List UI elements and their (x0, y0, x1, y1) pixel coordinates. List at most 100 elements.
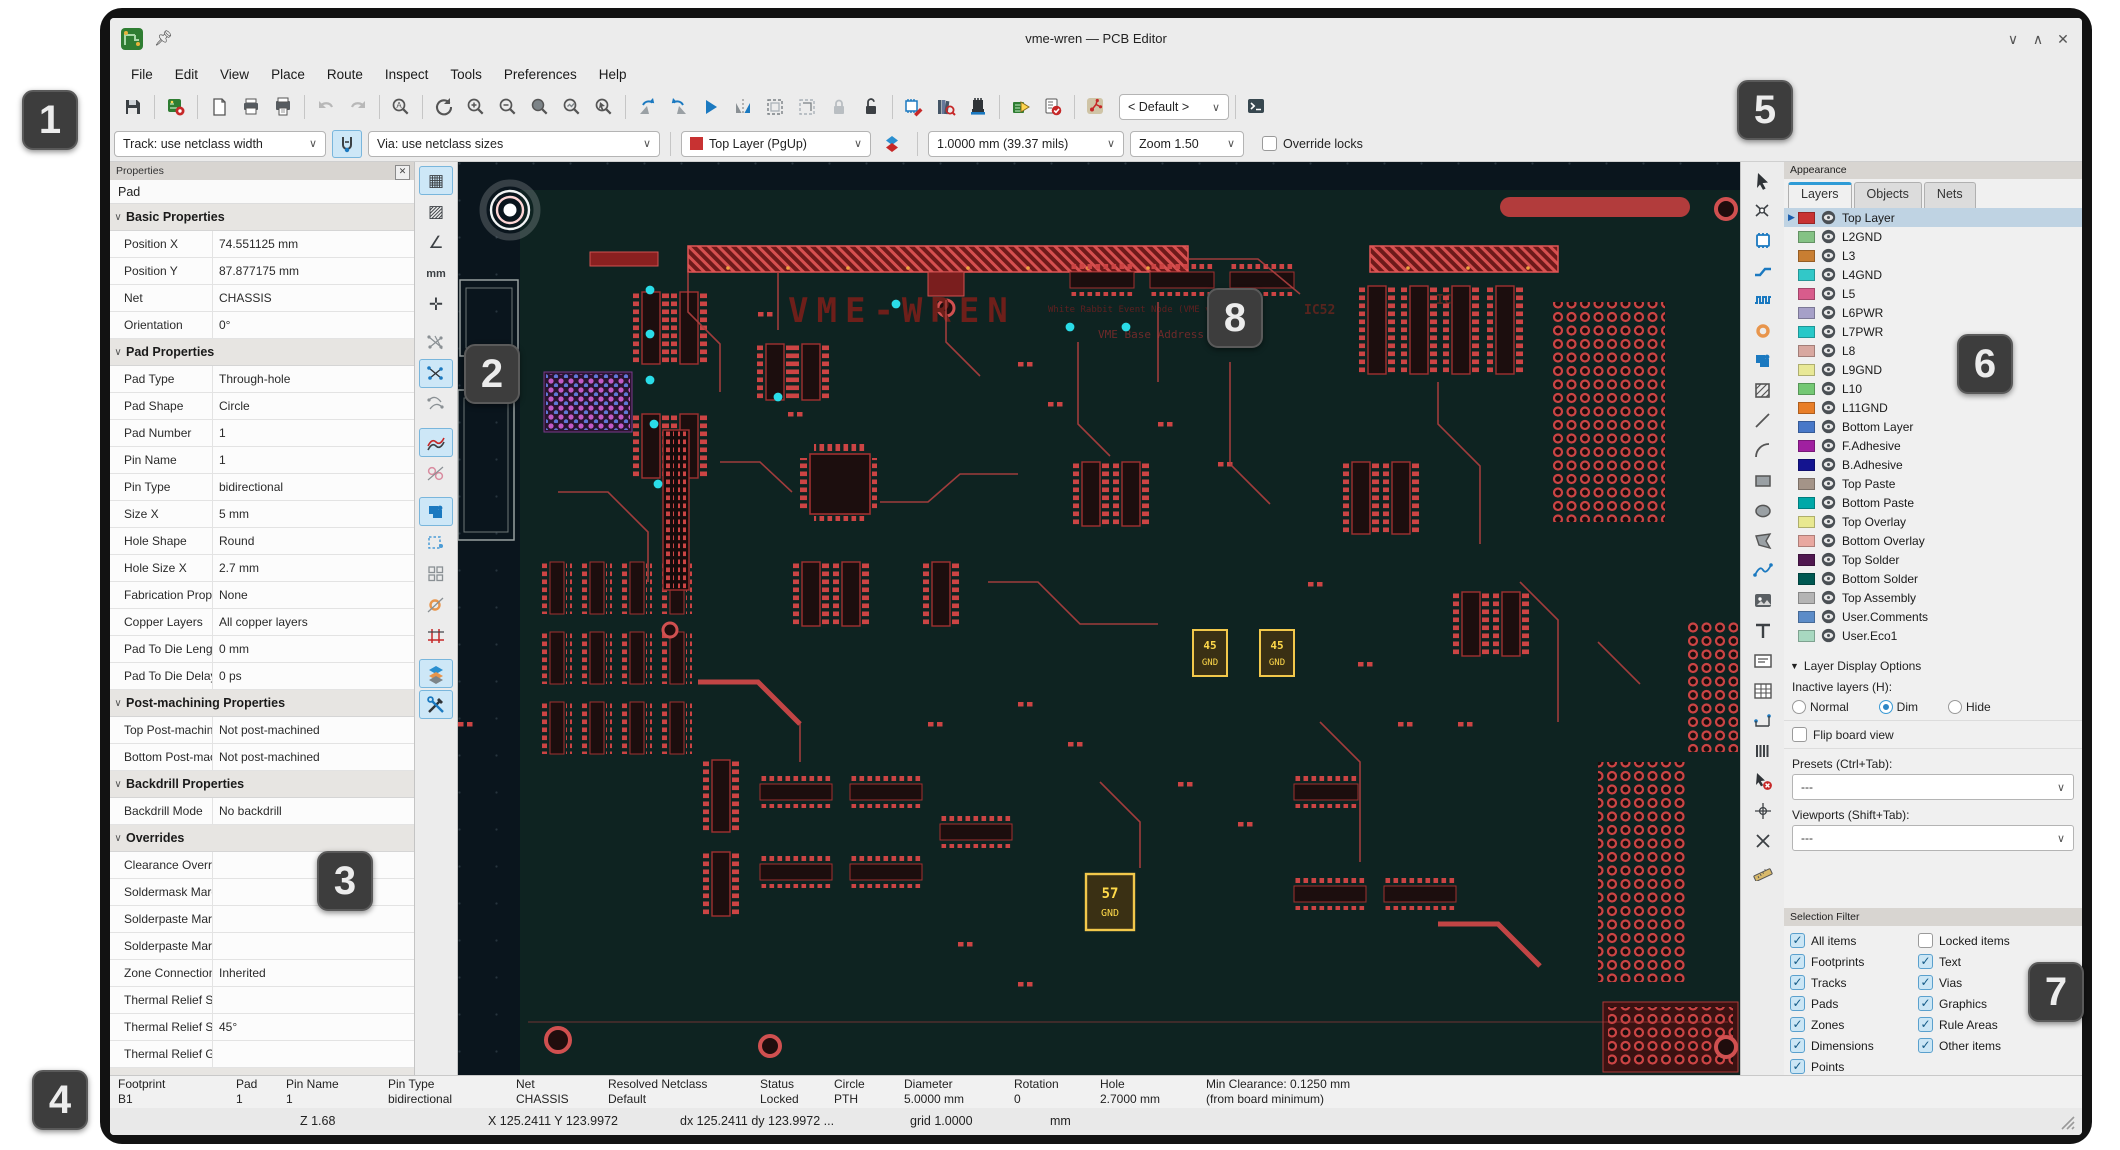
property-value[interactable]: Circle (212, 393, 414, 419)
alignment-target-tool[interactable] (1746, 736, 1780, 765)
grid-show-toggle[interactable]: ▦ (419, 166, 453, 195)
properties-section-header[interactable]: ∨Backdrill Properties (110, 771, 414, 798)
menu-item-route[interactable]: Route (318, 64, 372, 85)
scripting-console-button[interactable] (1242, 93, 1272, 121)
checkbox[interactable]: ✓ (1790, 975, 1805, 990)
tune-length-tool[interactable] (1746, 286, 1780, 315)
layer-color-swatch[interactable] (1798, 402, 1815, 414)
polar-coordinates-toggle[interactable]: ∠ (419, 228, 453, 257)
zoom-objects-button[interactable] (557, 93, 587, 121)
layer-row-l11gnd[interactable]: L11GND (1784, 398, 2082, 417)
visibility-eye-icon[interactable] (1821, 381, 1836, 396)
checkbox[interactable]: ✓ (1918, 1017, 1933, 1032)
layer-color-swatch[interactable] (1798, 307, 1815, 319)
track-width-select[interactable]: Track: use netclass width∨ (114, 131, 326, 157)
property-value[interactable]: 45° (212, 1014, 414, 1040)
property-value[interactable]: 1 (212, 420, 414, 446)
inactive-layer-dim-toggle[interactable] (419, 621, 453, 650)
property-value[interactable] (212, 852, 414, 878)
presets-select[interactable]: --- ∨ (1792, 774, 2074, 800)
menu-item-inspect[interactable]: Inspect (376, 64, 438, 85)
pcb-board-view[interactable]: VME-WREN White Rabbit Event Node (VME ve… (458, 162, 1740, 1075)
plot-button[interactable] (268, 93, 298, 121)
layer-row-top-layer[interactable]: ▶Top Layer (1784, 208, 2082, 227)
layer-row-top-solder[interactable]: Top Solder (1784, 550, 2082, 569)
track-width-menu-button[interactable] (332, 130, 362, 158)
layer-color-swatch[interactable] (1798, 231, 1815, 243)
ratsnest-visible-toggle[interactable] (419, 359, 453, 388)
layer-row-l10[interactable]: L10 (1784, 379, 2082, 398)
menu-item-preferences[interactable]: Preferences (495, 64, 586, 85)
filter-other-items[interactable]: ✓Other items (1918, 1035, 2068, 1056)
active-layer-select[interactable]: Top Layer (PgUp)∨ (681, 131, 871, 157)
dimension-tool[interactable] (1746, 706, 1780, 735)
update-pcb-button[interactable] (1006, 93, 1036, 121)
property-value[interactable]: 74.551125 mm (212, 231, 414, 257)
property-value[interactable]: Through-hole (212, 366, 414, 392)
visibility-eye-icon[interactable] (1821, 305, 1836, 320)
footprint-properties-button[interactable] (963, 93, 993, 121)
layers-manager-toggle[interactable] (419, 659, 453, 688)
layer-row-l7pwr[interactable]: L7PWR (1784, 322, 2082, 341)
property-value[interactable]: None (212, 582, 414, 608)
visibility-eye-icon[interactable] (1821, 286, 1836, 301)
via-size-select[interactable]: Via: use netclass sizes∨ (368, 131, 660, 157)
filter-footprints[interactable]: ✓Footprints (1790, 951, 1908, 972)
cursor-shape-toggle[interactable]: ✛ (419, 290, 453, 319)
override-locks-checkbox[interactable] (1262, 136, 1277, 151)
select-tool[interactable] (1746, 166, 1780, 195)
visibility-eye-icon[interactable] (1821, 609, 1836, 624)
visibility-eye-icon[interactable] (1821, 400, 1836, 415)
delete-tool[interactable] (1746, 766, 1780, 795)
layer-row-top-overlay[interactable]: Top Overlay (1784, 512, 2082, 531)
properties-section-header[interactable]: ∨Basic Properties (110, 204, 414, 231)
window-close-icon[interactable]: ✕ (2050, 18, 2076, 60)
layer-row-top-paste[interactable]: Top Paste (1784, 474, 2082, 493)
layer-row-bottom-paste[interactable]: Bottom Paste (1784, 493, 2082, 512)
highlight-net-tool[interactable] (1746, 196, 1780, 225)
layer-row-bottom-solder[interactable]: Bottom Solder (1784, 569, 2082, 588)
menu-item-file[interactable]: File (122, 64, 162, 85)
properties-section-header[interactable]: ∨Overrides (110, 825, 414, 852)
property-value[interactable]: Not post-machined (212, 717, 414, 743)
layer-color-swatch[interactable] (1798, 630, 1815, 642)
properties-section-header[interactable]: ∨Teardrops (110, 1068, 414, 1075)
layer-color-swatch[interactable] (1798, 421, 1815, 433)
units-mm-toggle[interactable]: mm (419, 259, 453, 288)
draw-rectangle-tool[interactable] (1746, 466, 1780, 495)
layer-row-user-comments[interactable]: User.Comments (1784, 607, 2082, 626)
place-image-tool[interactable] (1746, 586, 1780, 615)
undo-button[interactable] (311, 93, 341, 121)
pcb-canvas[interactable]: VME-WREN White Rabbit Event Node (VME ve… (458, 162, 1740, 1075)
filter-points[interactable]: ✓Points (1790, 1056, 1908, 1077)
layer-row-bottom-layer[interactable]: Bottom Layer (1784, 417, 2082, 436)
property-value[interactable]: 5 mm (212, 501, 414, 527)
checkbox[interactable]: ✓ (1790, 933, 1805, 948)
layer-row-l2gnd[interactable]: L2GND (1784, 227, 2082, 246)
unlock-button[interactable] (856, 93, 886, 121)
place-via-tool[interactable] (1746, 316, 1780, 345)
draw-line-tool[interactable] (1746, 406, 1780, 435)
visibility-eye-icon[interactable] (1821, 476, 1836, 491)
layer-color-swatch[interactable] (1798, 497, 1815, 509)
rotate-ccw-button[interactable] (632, 93, 662, 121)
place-footprint-tool[interactable] (1746, 226, 1780, 255)
property-value[interactable]: 0° (212, 312, 414, 338)
highlight-net-button[interactable] (1081, 93, 1111, 121)
property-value[interactable]: Inherited (212, 960, 414, 986)
property-value[interactable]: All copper layers (212, 609, 414, 635)
zone-fracture-toggle[interactable] (419, 559, 453, 588)
menu-item-help[interactable]: Help (590, 64, 636, 85)
zoom-select[interactable]: Zoom 1.50∨ (1130, 131, 1244, 157)
appearance-panel-header[interactable]: Appearance (1784, 162, 2082, 179)
layer-pair-button[interactable] (877, 130, 907, 158)
visibility-eye-icon[interactable] (1821, 248, 1836, 263)
board-setup-button[interactable] (161, 93, 191, 121)
print-button[interactable] (236, 93, 266, 121)
layer-color-swatch[interactable] (1798, 535, 1815, 547)
zoom-in-button[interactable] (461, 93, 491, 121)
property-value[interactable]: CHASSIS (212, 285, 414, 311)
window-maximize-icon[interactable]: ∧ (2025, 18, 2051, 60)
checkbox[interactable]: ✓ (1918, 1038, 1933, 1053)
resize-grip[interactable] (2058, 1113, 2076, 1131)
